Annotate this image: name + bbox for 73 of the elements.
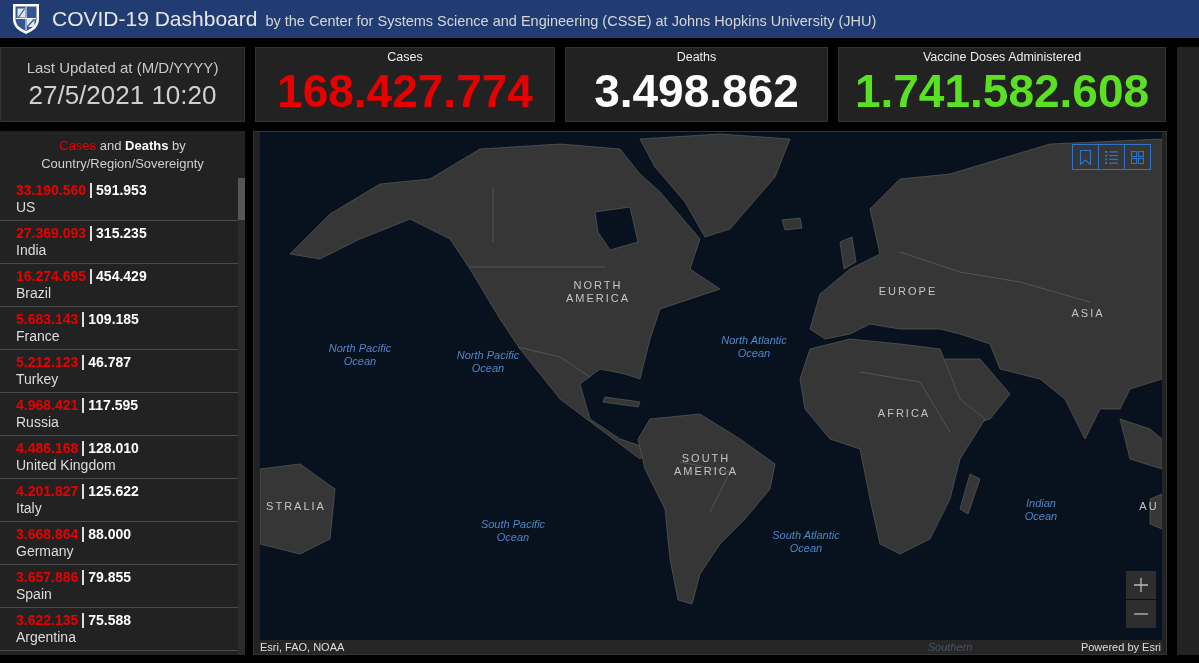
shield-icon	[12, 3, 40, 35]
zoom-out-button[interactable]	[1126, 600, 1156, 628]
country-name[interactable]: India	[16, 242, 47, 259]
continent-label: ASIA	[1071, 307, 1105, 320]
death-count: 46.787	[82, 355, 132, 370]
powered-by-link[interactable]: Powered by Esri	[1080, 640, 1161, 654]
case-count: 27.369.093	[16, 225, 87, 242]
country-name[interactable]: US	[16, 199, 36, 216]
case-count: 33.190.560	[16, 182, 87, 199]
continent-label: NORTH AMERICA	[564, 279, 632, 305]
death-count: 315.235	[90, 226, 147, 241]
plus-icon	[1134, 578, 1148, 592]
country-name[interactable]: Germany	[16, 543, 74, 560]
stat-label: Vaccine Doses Administered	[922, 50, 1082, 65]
country-name[interactable]: Russia	[16, 414, 59, 431]
list-icon	[1105, 149, 1118, 165]
attribution-text: Esri, FAO, NOAA	[260, 640, 345, 654]
death-count: 125.622	[82, 484, 139, 499]
zoom-in-button[interactable]	[1126, 571, 1156, 599]
ocean-label: North Pacific Ocean	[455, 349, 521, 375]
country-name[interactable]: France	[16, 328, 60, 345]
continent-label: STRALIA	[266, 500, 326, 513]
stat-label: Cases	[387, 50, 423, 65]
case-count: 3.668.864	[16, 526, 79, 543]
last-updated-label: Last Updated at (M/D/YYYY)	[26, 59, 219, 77]
scrollbar-thumb[interactable]	[238, 178, 245, 220]
case-count: 3.622.135	[16, 612, 79, 629]
ocean-label: North Atlantic Ocean	[720, 334, 788, 360]
country-name[interactable]: Italy	[16, 500, 42, 517]
list-title: Cases and Deaths by Country/Region/Sovereignty	[40, 137, 205, 173]
country-name[interactable]: Turkey	[16, 371, 59, 388]
continent-label: AU	[1139, 500, 1159, 513]
dashboard-subtitle: by the Center for Systems Science and Engineering (CSSE) at Johns Hopkins University (JHU)	[265, 12, 877, 29]
stat-value: 3.498.862	[594, 65, 799, 117]
case-count: 5.212.123	[16, 354, 79, 371]
ocean-label: Southern	[927, 641, 973, 654]
minus-icon	[1134, 613, 1148, 615]
death-count: 109.185	[82, 312, 139, 327]
case-count: 4.968.421	[16, 397, 79, 414]
stat-value: 168.427.774	[277, 65, 533, 117]
bookmark-icon	[1079, 149, 1092, 165]
country-name[interactable]: Brazil	[16, 285, 51, 302]
ocean-label: South Atlantic Ocean	[771, 529, 841, 555]
scrollbar-track[interactable]	[238, 178, 245, 655]
continent-label: EUROPE	[878, 285, 938, 298]
death-count: 454.429	[90, 269, 147, 284]
death-count: 75.588	[82, 613, 132, 628]
grid-icon	[1131, 149, 1144, 165]
stat-label: Deaths	[676, 50, 717, 65]
ocean-label: North Pacific Ocean	[327, 342, 393, 368]
grid-button[interactable]	[1124, 144, 1151, 170]
ocean-label: South Pacific Ocean	[479, 518, 547, 544]
death-count: 128.010	[82, 441, 139, 456]
bookmark-button[interactable]	[1072, 144, 1099, 170]
case-count: 3.657.886	[16, 569, 79, 586]
continent-label: SOUTH AMERICA	[672, 452, 740, 478]
country-name[interactable]: Spain	[16, 586, 52, 603]
list-button[interactable]	[1098, 144, 1125, 170]
case-count: 5.683.143	[16, 311, 79, 328]
case-count: 16.274.695	[16, 268, 87, 285]
stat-value: 1.741.582.608	[854, 65, 1150, 117]
country-name[interactable]: Argentina	[16, 629, 76, 646]
ocean-label: Indian Ocean	[1023, 497, 1059, 523]
death-count: 591.953	[90, 183, 147, 198]
last-updated-value: 27/5/2021 10:20	[28, 80, 217, 110]
case-count: 4.201.827	[16, 483, 79, 500]
case-count: 4.486.168	[16, 440, 79, 457]
country-name[interactable]: United Kingdom	[16, 457, 116, 474]
death-count: 79.855	[82, 570, 132, 585]
death-count: 117.595	[82, 398, 139, 413]
continent-label: AFRICA	[877, 407, 931, 420]
death-count: 88.000	[82, 527, 132, 542]
dashboard-title: COVID-19 Dashboard	[52, 7, 258, 31]
